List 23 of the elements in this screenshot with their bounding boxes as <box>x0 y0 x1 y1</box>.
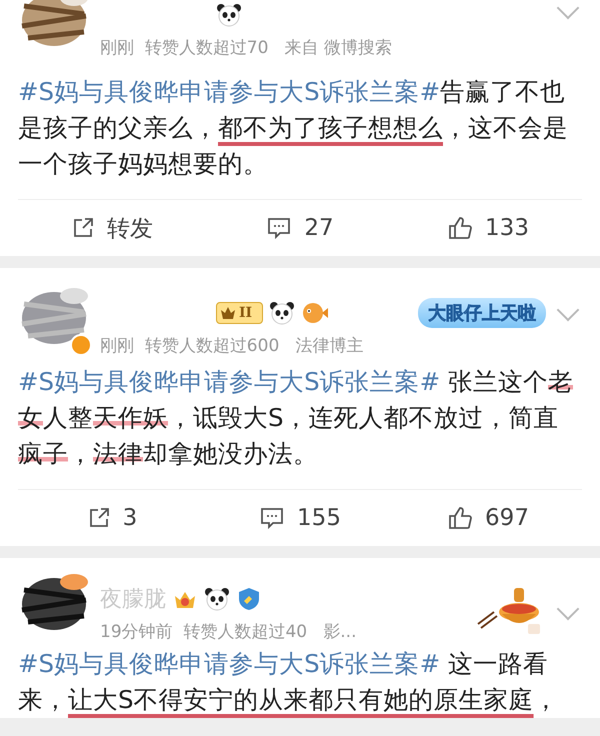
post-meta: 刚刚 转赞人数超过600 法律博主 <box>100 335 364 357</box>
like-count[interactable]: 133 <box>485 215 529 241</box>
shield-icon <box>236 586 262 612</box>
post-meta: 19分钟前 转赞人数超过40 影... <box>100 621 358 643</box>
post-text: #S妈与具俊晔申请参与大S诉张兰案# 这一路看来，让大S不得安宁的从来都只有她的原生家庭， <box>18 648 560 716</box>
comment-count[interactable]: 27 <box>304 215 334 241</box>
post-text: #S妈与具俊晔申请参与大S诉张兰案#告赢了不也是孩子的父亲么，都不为了孩子想想么，这不会是一个孩子妈妈想要的。 <box>18 76 569 180</box>
repost-label[interactable]: 转发 <box>107 212 153 244</box>
panda-icon <box>269 301 296 325</box>
repost-label[interactable]: 3 <box>122 505 138 531</box>
level-badge: II <box>216 302 264 324</box>
pufferfish-icon <box>301 301 330 325</box>
like-count[interactable]: 697 <box>485 505 529 531</box>
sticker-banner: 大眼仔上天啦 <box>418 298 546 328</box>
panda-icon <box>204 587 230 611</box>
post-meta: 刚刚 转赞人数超过70 来自 微博搜索 <box>100 37 394 59</box>
comment-icon[interactable] <box>259 506 286 530</box>
panda-icon <box>216 3 242 27</box>
comment-count[interactable]: 155 <box>297 505 341 531</box>
thumbs-up-icon[interactable] <box>447 505 474 531</box>
share-icon[interactable] <box>71 216 95 240</box>
comment-icon[interactable] <box>266 216 292 240</box>
thumbs-up-icon[interactable] <box>447 215 474 241</box>
